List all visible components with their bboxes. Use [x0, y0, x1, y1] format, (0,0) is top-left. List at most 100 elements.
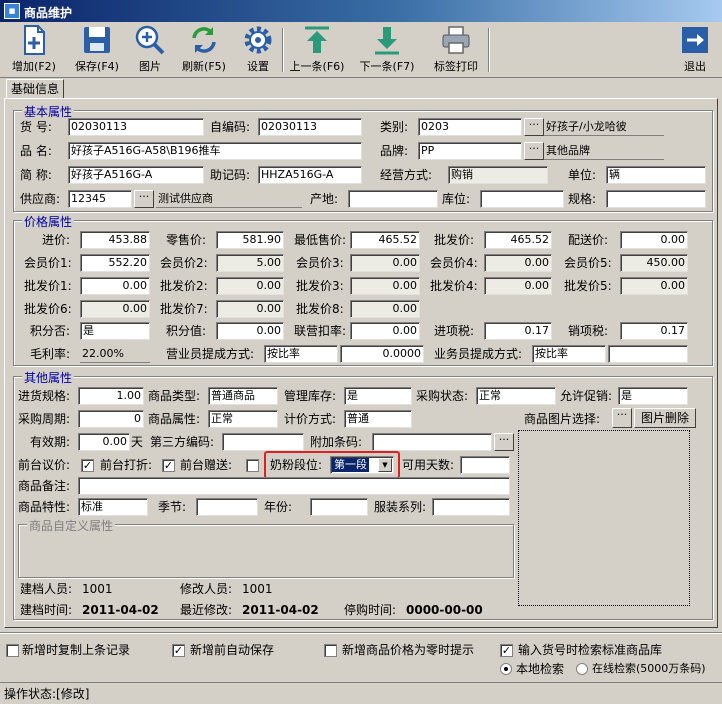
xxs-field[interactable]: 0.17	[620, 322, 688, 340]
qtzs-checkbox[interactable]	[246, 459, 259, 472]
lingshou-field[interactable]: 581.90	[216, 231, 284, 249]
hy2-field[interactable]: 5.00	[216, 254, 284, 272]
copy-last-checkbox[interactable]	[6, 644, 19, 657]
lykl-field[interactable]: 0.00	[350, 322, 420, 340]
yxcx-field[interactable]: 是	[618, 387, 688, 405]
hy3-field[interactable]: 0.00	[350, 254, 420, 272]
app-icon: ■	[4, 3, 20, 19]
settings-button[interactable]: 设置	[238, 24, 278, 76]
pinpai-field[interactable]: PP	[418, 142, 522, 160]
jhgg-field[interactable]: 1.00	[78, 387, 144, 405]
danwei-field[interactable]: 辆	[606, 166, 706, 184]
fzxl-field[interactable]	[432, 498, 510, 516]
chandi-field[interactable]	[348, 190, 438, 208]
hy5-label: 会员价5:	[564, 256, 612, 270]
leibie-browse-button[interactable]: ···	[524, 118, 544, 136]
other-group-title: 其他属性	[22, 369, 75, 386]
ywy-field[interactable]: 按比率	[532, 345, 606, 363]
yyy-field[interactable]: 按比率	[264, 345, 338, 363]
jj-field[interactable]	[196, 498, 258, 516]
chandi-label: 产地:	[310, 192, 339, 206]
qtdz-checkbox[interactable]: ✓	[162, 459, 175, 472]
dsf-field[interactable]	[222, 433, 304, 451]
product-image-area[interactable]	[518, 430, 690, 606]
pinpai-label: 品牌:	[380, 144, 409, 158]
pf7-field[interactable]: 0.00	[216, 300, 284, 318]
cgzt-field[interactable]: 正常	[476, 387, 556, 405]
ywy-value-field[interactable]	[608, 345, 688, 363]
zhuji-field[interactable]: HHZA516G-A	[258, 166, 362, 184]
fjtm-label: 附加条码:	[310, 435, 363, 449]
toolbar: 增加(F2) 保存(F4) 图片 刷新(F5) 设置 上一条(F6) 下一条(F…	[0, 22, 722, 78]
pinpai-browse-button[interactable]: ···	[524, 142, 544, 160]
fjtm-field[interactable]	[372, 433, 492, 451]
jxs-field[interactable]: 0.17	[484, 322, 552, 340]
yxq-field[interactable]: 0.00	[78, 433, 130, 451]
jf-field[interactable]: 是	[80, 322, 150, 340]
nfdw-select[interactable]: 第一段 ▼	[330, 456, 394, 474]
image-select-button[interactable]: ···	[612, 408, 632, 428]
cgzq-field[interactable]: 0	[78, 410, 144, 428]
pf6-field[interactable]: 0.00	[80, 300, 150, 318]
online-search-radio[interactable]	[576, 663, 588, 675]
jingying-field[interactable]: 购销	[448, 166, 548, 184]
pifa-field[interactable]: 465.52	[484, 231, 552, 249]
jfz-field[interactable]: 0.00	[216, 322, 284, 340]
pf3-field[interactable]: 0.00	[350, 277, 420, 295]
standard-search-checkbox[interactable]: ✓	[500, 644, 513, 657]
qtyj-checkbox[interactable]: ✓	[81, 459, 94, 472]
gys-label: 供应商:	[20, 192, 61, 206]
peisong-field[interactable]: 0.00	[620, 231, 688, 249]
fjtm-browse-button[interactable]: ···	[494, 433, 514, 451]
tab-basic-info[interactable]: 基础信息	[6, 79, 64, 99]
gys-field[interactable]: 12345	[68, 190, 132, 208]
nfdw-selected: 第一段	[332, 458, 369, 472]
image-select-label: 商品图片选择:	[524, 412, 601, 426]
pf5-field[interactable]: 0.00	[620, 277, 688, 295]
refresh-button[interactable]: 刷新(F5)	[176, 24, 232, 76]
chevron-down-icon[interactable]: ▼	[378, 458, 392, 472]
zero-price-checkbox[interactable]	[324, 644, 337, 657]
zuidi-field[interactable]: 465.52	[350, 231, 420, 249]
glkc-field[interactable]: 是	[344, 387, 412, 405]
qtzs-label: 前台赠送:	[180, 458, 233, 472]
pf4-field[interactable]: 0.00	[484, 277, 552, 295]
spsx-field[interactable]: 正常	[208, 410, 278, 428]
hy1-field[interactable]: 552.20	[80, 254, 150, 272]
splx-field[interactable]: 普通商品	[208, 387, 278, 405]
auto-save-checkbox[interactable]: ✓	[172, 644, 185, 657]
spbz-field[interactable]	[78, 477, 510, 495]
pf8-field[interactable]: 0.00	[350, 300, 420, 318]
hy5-field[interactable]: 450.00	[620, 254, 688, 272]
jinjia-field[interactable]: 453.88	[80, 231, 150, 249]
pf1-field[interactable]: 0.00	[80, 277, 150, 295]
gys-browse-button[interactable]: ···	[134, 190, 154, 208]
jingying-label: 经营方式:	[380, 168, 433, 182]
add-button[interactable]: 增加(F2)	[6, 24, 62, 76]
previous-button[interactable]: 上一条(F6)	[286, 24, 348, 76]
pinming-field[interactable]: 好孩子A516G-A58\B196推车	[68, 142, 362, 160]
image-delete-button[interactable]: 图片删除	[634, 408, 696, 428]
kyts-field[interactable]	[460, 456, 510, 474]
hy4-field[interactable]: 0.00	[484, 254, 552, 272]
dsf-label: 第三方编码:	[150, 435, 215, 449]
yyy-value-field[interactable]: 0.0000	[340, 345, 424, 363]
sptx-field[interactable]: 标准	[78, 498, 148, 516]
jiancheng-field[interactable]: 好孩子A516G-A	[68, 166, 204, 184]
label-print-button[interactable]: 标签打印	[428, 24, 484, 76]
pf2-field[interactable]: 0.00	[216, 277, 284, 295]
next-button[interactable]: 下一条(F7)	[356, 24, 418, 76]
ywy-label: 业务员提成方式:	[434, 347, 523, 361]
local-search-radio[interactable]	[500, 663, 512, 675]
leibie-field[interactable]: 0203	[418, 118, 522, 136]
exit-button[interactable]: 退出	[676, 24, 714, 76]
nf-field[interactable]	[310, 498, 368, 516]
lykl-label: 联营扣率:	[294, 324, 347, 338]
jjfs-field[interactable]: 普通	[344, 410, 412, 428]
guige-field[interactable]	[606, 190, 706, 208]
kuwei-field[interactable]	[480, 190, 564, 208]
image-button[interactable]: 图片	[130, 24, 170, 76]
zibianma-field[interactable]: 02030113	[258, 118, 362, 136]
huohao-field[interactable]: 02030113	[68, 118, 204, 136]
save-button[interactable]: 保存(F4)	[68, 24, 126, 76]
